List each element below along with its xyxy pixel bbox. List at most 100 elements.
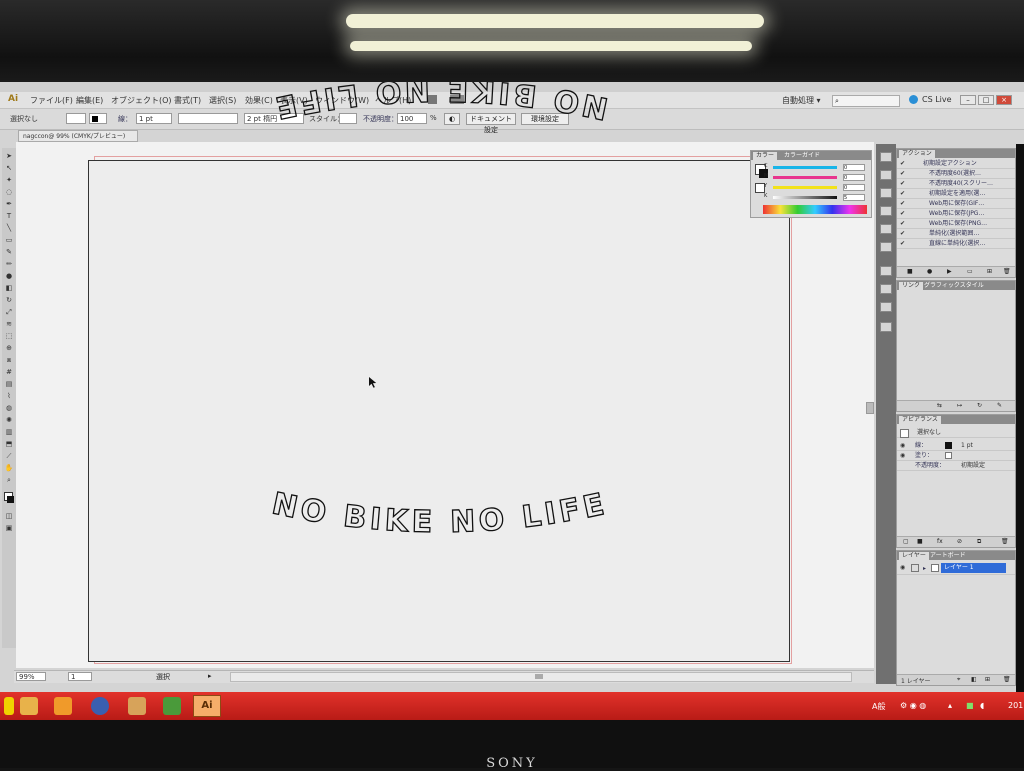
zoom-field[interactable]: 99% — [16, 672, 46, 681]
tab-layers[interactable]: レイヤー — [899, 552, 929, 560]
layer-row[interactable]: ◉ ▸ レイヤー 1 — [897, 563, 1015, 575]
checkbox-icon[interactable]: ✔ — [900, 180, 907, 187]
action-row[interactable]: ✔ 単純化(選択範囲… — [897, 229, 1015, 239]
network-app-icon[interactable] — [91, 697, 109, 715]
locate-object-icon[interactable]: ⌖ — [957, 676, 960, 684]
layer-name[interactable]: レイヤー 1 — [941, 563, 1006, 573]
color-spectrum[interactable] — [763, 205, 867, 214]
relink-icon[interactable]: ⇆ — [937, 402, 942, 409]
page-field[interactable]: 1 — [68, 672, 92, 681]
play-icon[interactable]: ▶ — [947, 268, 952, 275]
action-row[interactable]: ✔ 不透明度60(選択… — [897, 169, 1015, 179]
action-row[interactable]: ✔ 不透明度40(スクリー… — [897, 179, 1015, 189]
action-row[interactable]: ✔ 初期設定を適用(選… — [897, 189, 1015, 199]
explorer-icon[interactable] — [20, 697, 38, 715]
illustrator-taskbar-button[interactable]: Ai — [193, 695, 221, 717]
clock[interactable]: 201 — [1008, 701, 1023, 710]
checkbox-icon[interactable]: ✔ — [900, 200, 907, 207]
actions-panel: アクション ✔ 初期設定アクション ✔ 不透明度60(選択… ✔ 不透明度40(スクリ… — [896, 148, 1016, 278]
battery-icon: ■ — [966, 701, 974, 710]
lock-toggle-icon[interactable] — [911, 564, 919, 572]
tab-artboards[interactable]: アートボード — [927, 552, 969, 560]
action-row[interactable]: ✔ Web用に保存(JPG… — [897, 209, 1015, 219]
tab-appearance[interactable]: アピアランス — [899, 416, 941, 424]
tab-links[interactable]: リンク — [899, 282, 924, 290]
duplicate-item-icon[interactable]: ⧉ — [977, 538, 981, 546]
gradient-panel-icon[interactable] — [880, 284, 892, 294]
clipping-mask-icon[interactable]: ◧ — [971, 676, 977, 683]
black-value[interactable]: 5 — [843, 194, 865, 201]
stop-icon[interactable]: ■ — [907, 268, 913, 275]
checkbox-icon[interactable]: ✔ — [900, 210, 907, 217]
tab-color-guide[interactable]: カラーガイド — [781, 152, 823, 160]
monitor-brand-logo: SONY — [486, 756, 538, 771]
artboard-panel-icon[interactable] — [880, 152, 892, 162]
tab-graphic-styles[interactable]: グラフィックスタイル — [921, 282, 987, 290]
cyan-slider[interactable] — [773, 166, 837, 169]
add-fill-icon[interactable]: ■ — [917, 538, 923, 545]
checkbox-icon[interactable]: ✔ — [900, 240, 907, 247]
record-icon[interactable]: ● — [927, 268, 932, 275]
clear-appearance-icon[interactable]: ⊘ — [957, 538, 962, 545]
action-row[interactable]: ✔ Web用に保存(GIF… — [897, 199, 1015, 209]
update-link-icon[interactable]: ↻ — [977, 402, 982, 409]
brushes-panel-icon[interactable] — [880, 206, 892, 216]
navigator-panel-icon[interactable] — [880, 242, 892, 252]
yellow-slider[interactable] — [773, 186, 837, 189]
add-stroke-icon[interactable]: ▢ — [903, 538, 909, 545]
add-effect-icon[interactable]: fx — [937, 538, 943, 545]
vertical-scrollbar-thumb[interactable] — [866, 402, 874, 414]
action-row[interactable]: ✔ 直線に単純化(選択… — [897, 239, 1015, 249]
tab-color[interactable]: カラー — [753, 152, 778, 160]
folder-icon[interactable] — [128, 697, 146, 715]
transparency-panel-icon[interactable] — [880, 302, 892, 312]
fill-color-swatch[interactable] — [945, 452, 952, 459]
checkbox-icon[interactable]: ✔ — [900, 170, 907, 177]
black-slider[interactable] — [773, 196, 837, 199]
appearance-opacity-row[interactable]: 不透明度： 初期設定 — [897, 461, 1015, 471]
expand-triangle-icon[interactable]: ▸ — [923, 564, 926, 573]
volume-icon[interactable]: ◖ — [980, 701, 984, 710]
checkbox-icon[interactable]: ✔ — [900, 160, 907, 167]
checkbox-icon[interactable]: ✔ — [900, 220, 907, 227]
swatches-panel-icon[interactable] — [880, 188, 892, 198]
horizontal-scrollbar[interactable] — [230, 672, 852, 682]
appearance-fill-row[interactable]: ◉ 塗り： — [897, 451, 1015, 461]
monitor-bezel-top — [0, 0, 1024, 82]
new-set-icon[interactable]: ▭ — [967, 268, 973, 275]
color-panel-icon[interactable] — [880, 170, 892, 180]
eye-icon[interactable]: ◉ — [900, 564, 907, 571]
magenta-slider[interactable] — [773, 176, 837, 179]
stroke-panel-icon[interactable] — [880, 266, 892, 276]
app-icon[interactable] — [163, 697, 181, 715]
stroke-color-swatch[interactable] — [945, 442, 952, 449]
media-player-icon[interactable] — [54, 697, 72, 715]
new-sublayer-icon[interactable]: ⊞ — [985, 676, 990, 683]
magenta-value[interactable]: 0 — [843, 174, 865, 181]
tray-icons[interactable]: ⚙ ◉ ◍ — [900, 701, 926, 710]
status-arrow-icon[interactable]: ▸ — [208, 672, 212, 680]
edit-original-icon[interactable]: ✎ — [997, 402, 1002, 409]
new-action-icon[interactable]: ⊞ — [987, 268, 992, 275]
symbols-panel-icon[interactable] — [880, 224, 892, 234]
appearance-stroke-row[interactable]: ◉ 線： 1 pt — [897, 441, 1015, 451]
goto-link-icon[interactable]: ↦ — [957, 402, 962, 409]
tab-actions[interactable]: アクション — [899, 150, 935, 158]
cyan-value[interactable]: 0 — [843, 164, 865, 171]
eye-icon[interactable]: ◉ — [900, 442, 907, 449]
arc-text-bottom[interactable]: NO BIKE NO LIFE — [268, 486, 611, 541]
trash-icon[interactable]: 🗑 — [1003, 676, 1011, 683]
trash-icon[interactable]: 🗑 — [1001, 538, 1009, 545]
yellow-value[interactable]: 0 — [843, 184, 865, 191]
checkbox-icon[interactable]: ✔ — [900, 190, 907, 197]
tray-arrow-icon[interactable]: ▴ — [948, 701, 952, 710]
checkbox-icon[interactable]: ✔ — [900, 230, 907, 237]
start-orb-icon[interactable] — [4, 697, 14, 715]
arc-text-top-mirrored[interactable]: NO BIKE NO LIFE — [268, 82, 611, 126]
action-set-row[interactable]: ✔ 初期設定アクション — [897, 159, 1015, 169]
graphic-styles-panel-icon[interactable] — [880, 322, 892, 332]
eye-icon[interactable]: ◉ — [900, 452, 907, 459]
ime-indicator[interactable]: A般 — [872, 701, 885, 712]
trash-icon[interactable]: 🗑 — [1003, 268, 1011, 275]
action-row[interactable]: ✔ Web用に保存(PNG… — [897, 219, 1015, 229]
